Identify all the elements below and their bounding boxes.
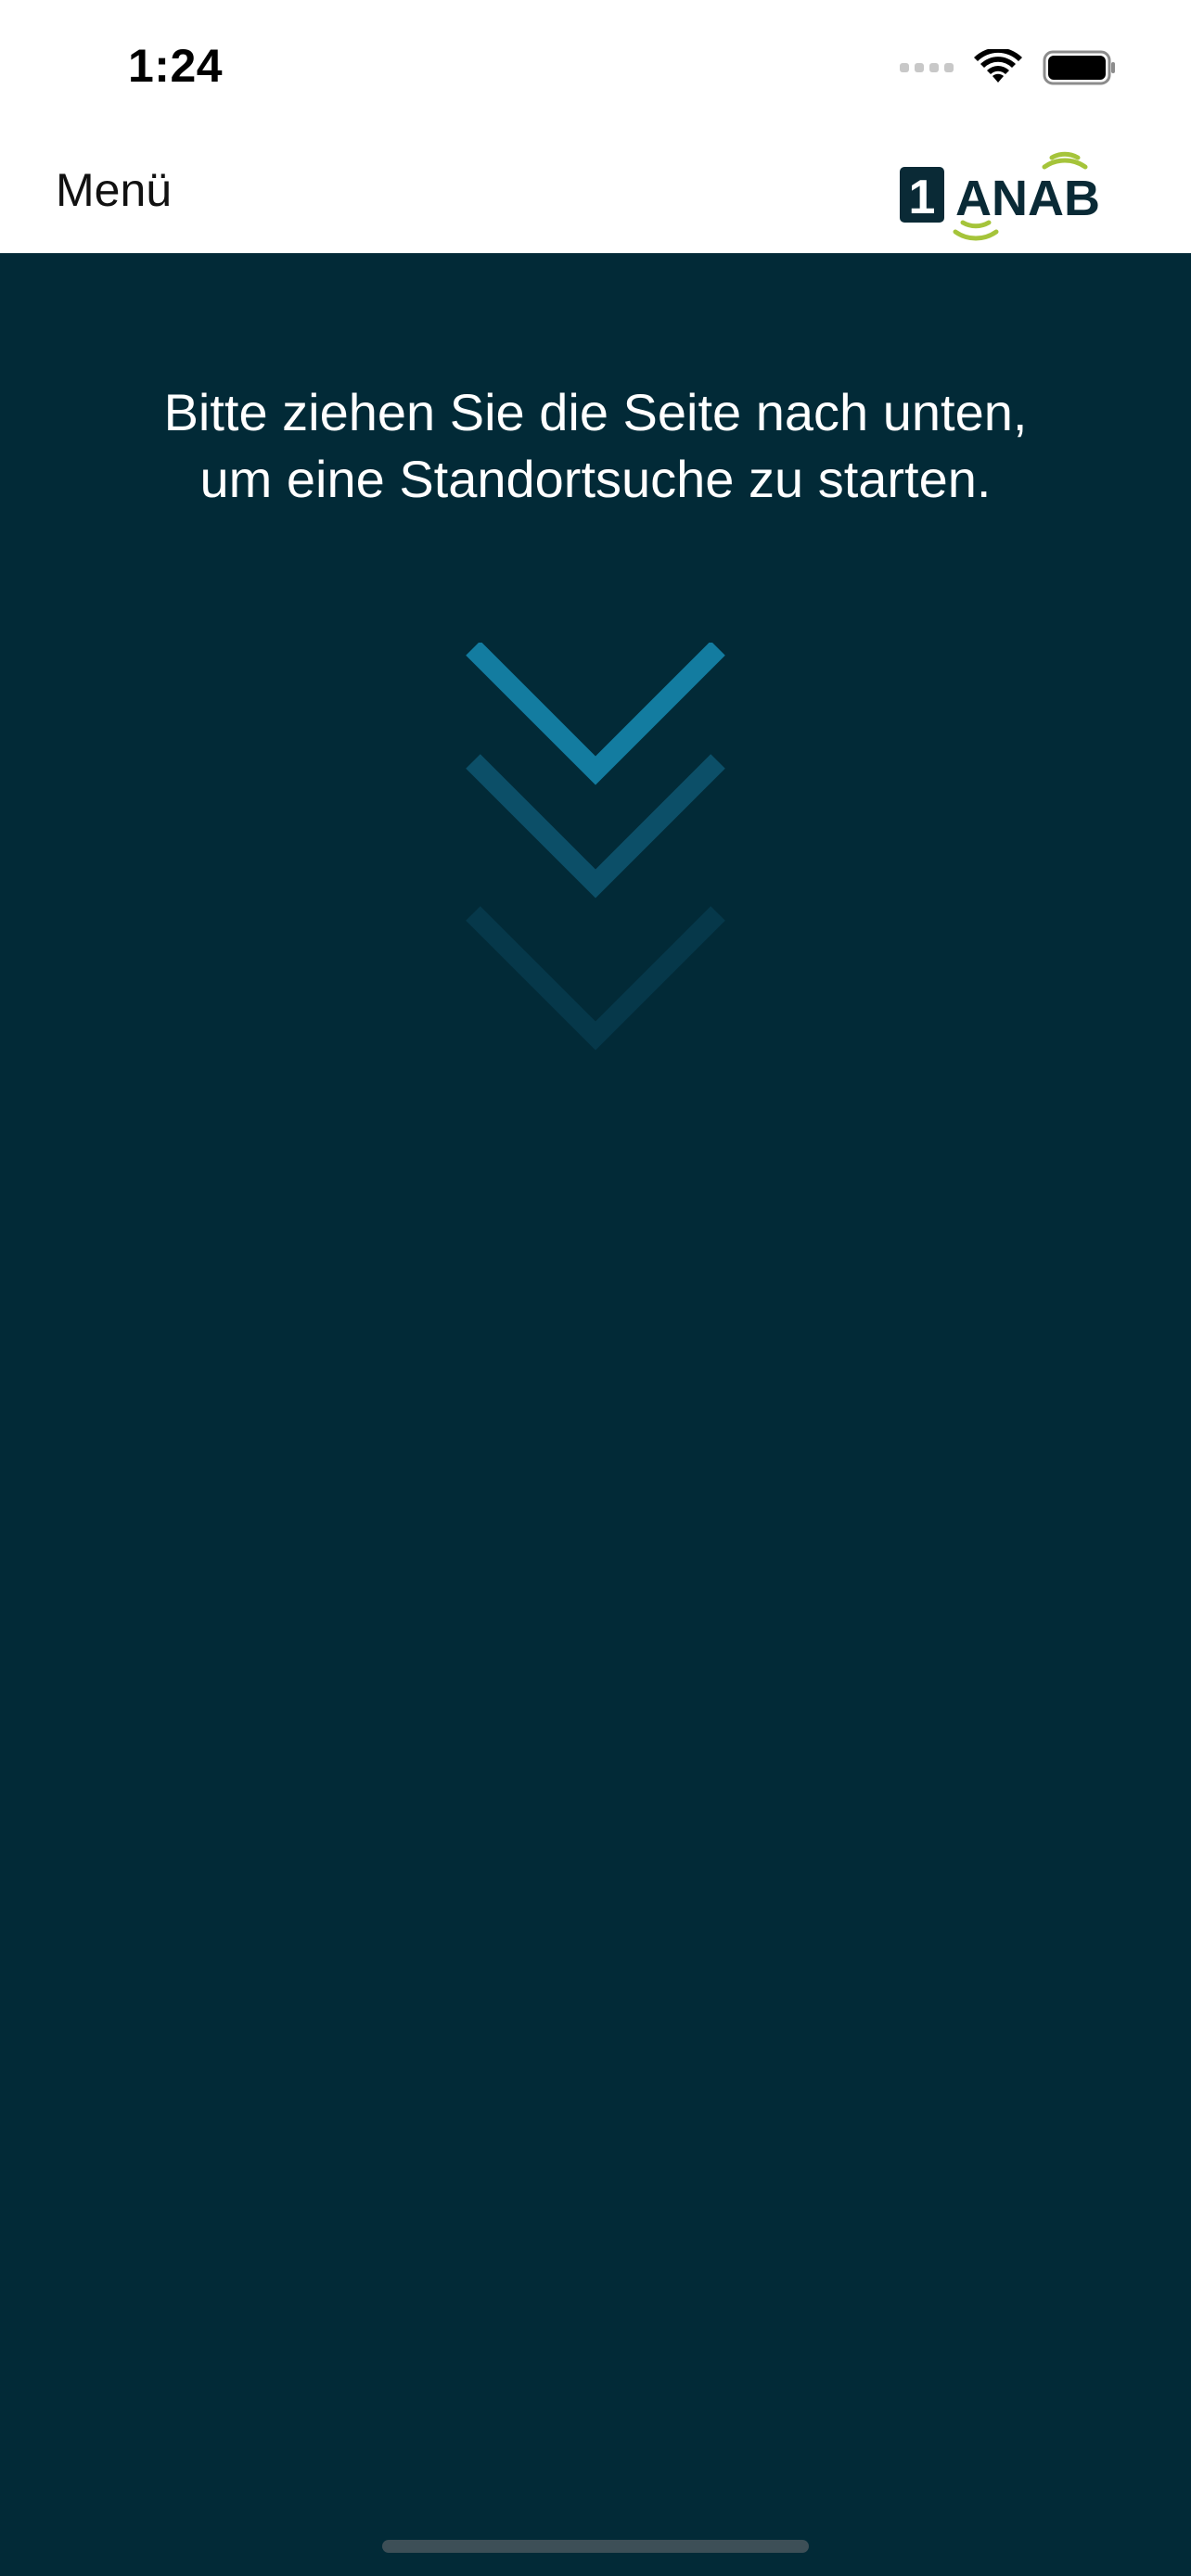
anab-logo-icon: 1 ANAB <box>900 151 1100 241</box>
battery-icon <box>1043 50 1115 85</box>
main-content[interactable]: Bitte ziehen Sie die Seite nach unten, u… <box>0 253 1191 2576</box>
status-bar: 1:24 <box>0 0 1191 130</box>
pull-to-search-instruction: Bitte ziehen Sie die Seite nach unten, u… <box>93 379 1098 513</box>
signal-icon <box>900 63 954 72</box>
logo-text: ANAB <box>955 171 1100 226</box>
chevron-down-icon <box>466 643 725 785</box>
screen: 1:24 Menü 1 ANAB Bitte ziehen Sie die Se… <box>0 0 1191 2576</box>
instruction-line-1: Bitte ziehen Sie die Seite nach unten, <box>163 383 1028 441</box>
instruction-line-2: um eine Standortsuche zu starten. <box>199 450 992 508</box>
chevron-down-icon <box>466 906 725 1051</box>
pull-down-chevrons <box>466 643 725 1051</box>
logo-number: 1 <box>909 171 936 224</box>
wifi-icon <box>974 49 1022 83</box>
status-time: 1:24 <box>128 40 224 92</box>
nav-bar: Menü 1 ANAB <box>0 130 1191 253</box>
menu-button[interactable]: Menü <box>56 163 172 217</box>
status-icons <box>900 45 1117 91</box>
home-indicator[interactable] <box>382 2540 809 2553</box>
